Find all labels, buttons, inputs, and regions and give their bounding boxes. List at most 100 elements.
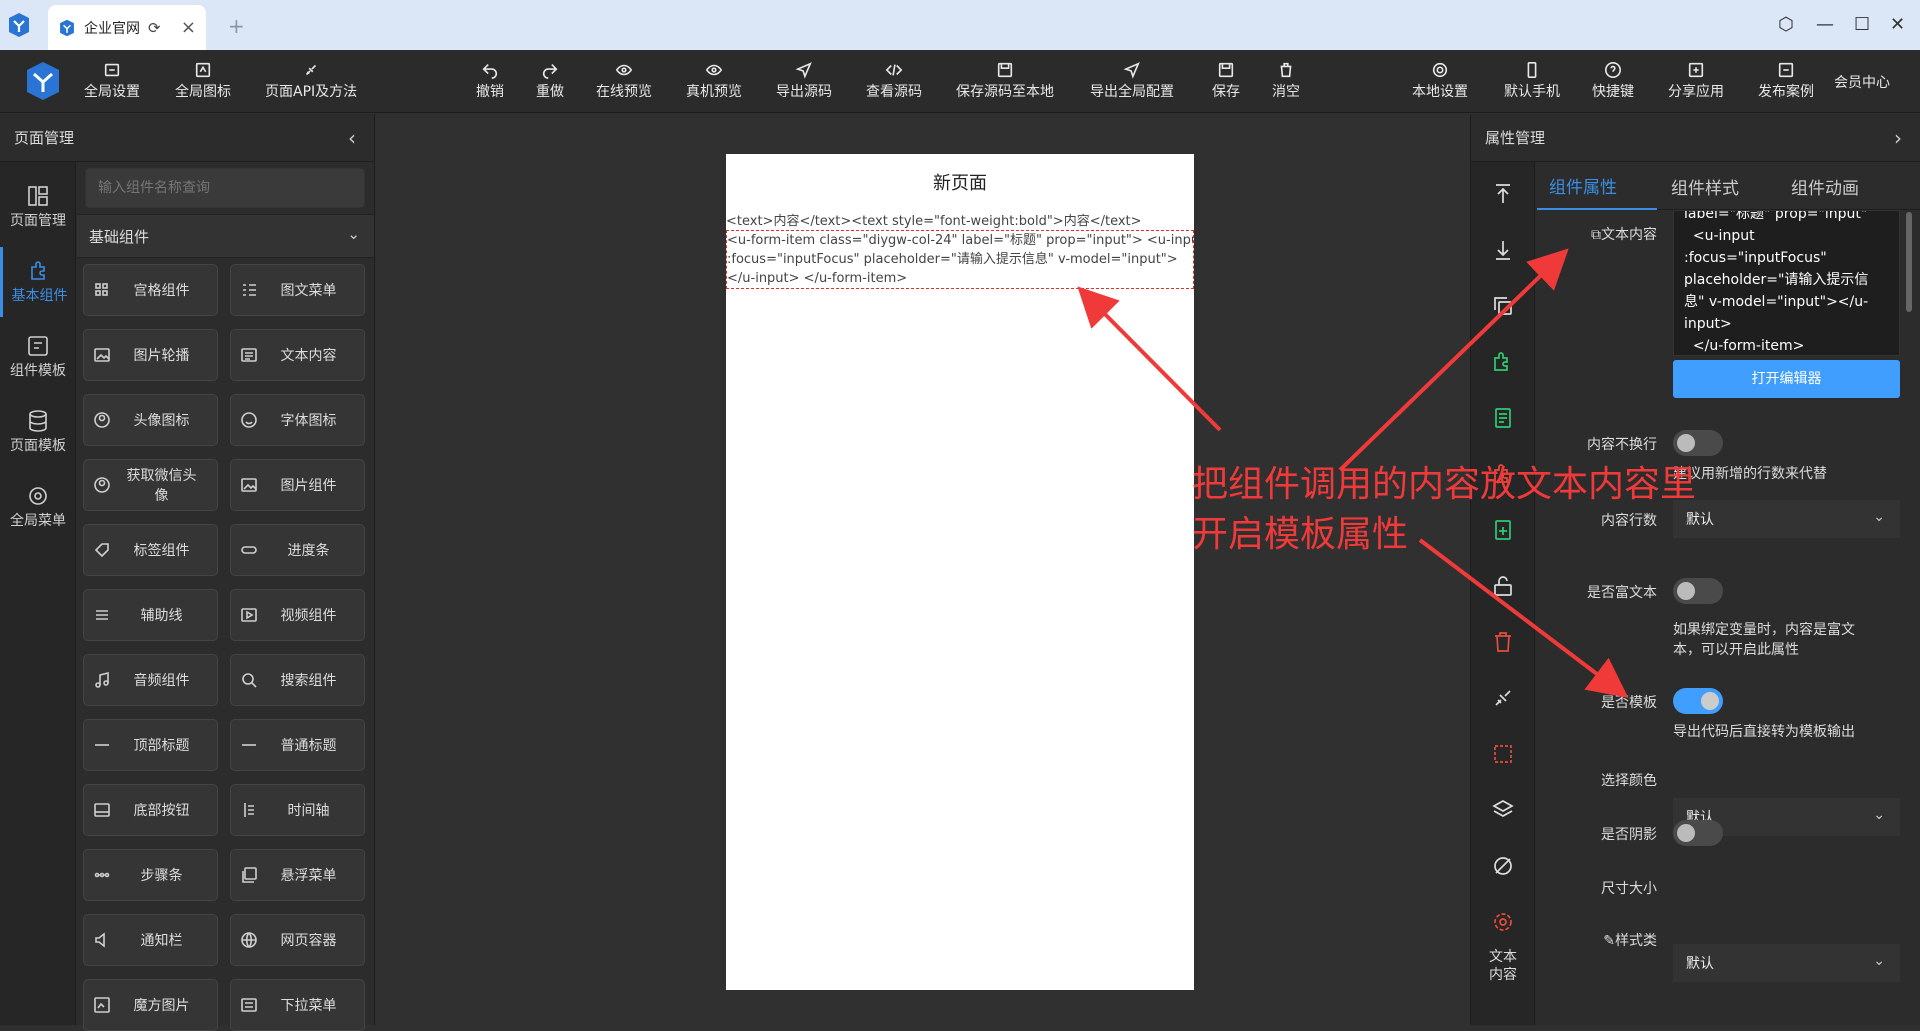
component-item[interactable]: 辅助线 — [83, 589, 218, 641]
save-source-local-button[interactable]: 保存源码至本地 — [956, 60, 1054, 101]
component-item[interactable]: 宫格组件 — [83, 264, 218, 316]
component-label: 顶部标题 — [133, 738, 190, 754]
publish-case-button[interactable]: 发布案例 — [1758, 60, 1814, 101]
nav-global-menu[interactable]: 全局菜单 — [0, 472, 76, 542]
component-item[interactable]: 头像图标 — [83, 394, 218, 446]
code-icon — [885, 64, 903, 76]
component-item[interactable]: 魔方图片 — [83, 979, 218, 1031]
puzzle-icon — [30, 261, 45, 280]
minimize-icon[interactable]: — — [1816, 14, 1834, 35]
component-item[interactable]: 进度条 — [230, 524, 365, 576]
component-item[interactable]: 时间轴 — [230, 784, 365, 836]
open-editor-button[interactable]: 打开编辑器 — [1673, 360, 1900, 398]
global-settings-button[interactable]: 全局设置 — [84, 60, 140, 101]
online-preview-button[interactable]: 在线预览 — [596, 60, 652, 101]
component-item[interactable]: 底部按钮 — [83, 784, 218, 836]
component-item[interactable]: 文本内容 — [230, 329, 365, 381]
layers-icon[interactable] — [1491, 798, 1515, 822]
component-item[interactable]: 顶部标题 — [83, 719, 218, 771]
component-label: 图文菜单 — [280, 283, 337, 299]
selected-text-component[interactable]: <u-form-item class="diygw-col-24" label=… — [726, 230, 1194, 289]
move-top-icon[interactable] — [1491, 182, 1515, 206]
component-item[interactable]: 获取微信头像 — [83, 459, 218, 511]
phone-preview[interactable]: 新页面 <text>内容</text><text style="font-wei… — [726, 154, 1194, 990]
nav-page-manage[interactable]: 页面管理 — [0, 172, 76, 242]
nowrap-toggle[interactable] — [1673, 430, 1723, 456]
page-api-button[interactable]: 页面API及方法 — [265, 60, 357, 101]
component-item[interactable]: 标签组件 — [83, 524, 218, 576]
select-area-icon[interactable] — [1491, 742, 1515, 766]
tab-component-props[interactable]: 组件属性 — [1537, 162, 1657, 210]
title-icon — [92, 735, 112, 755]
settings-icon[interactable]: ⬡ — [1778, 14, 1794, 35]
component-item[interactable]: 图文菜单 — [230, 264, 365, 316]
category-basic-components[interactable]: 基础组件 ⌄ — [77, 214, 374, 258]
nav-page-templates[interactable]: 页面模板 — [0, 397, 76, 467]
window-close-icon[interactable]: ✕ — [1890, 14, 1905, 35]
component-item[interactable]: 音频组件 — [83, 654, 218, 706]
new-tab-button[interactable]: + — [228, 14, 245, 38]
export-global-config-button[interactable]: 导出全局配置 — [1090, 60, 1174, 101]
nav-component-templates[interactable]: 组件模板 — [0, 322, 76, 392]
device-preview-button[interactable]: 真机预览 — [686, 60, 742, 101]
reload-icon[interactable]: ⟳ — [148, 19, 161, 37]
canvas-area: 新页面 <text>内容</text><text style="font-wei… — [376, 114, 1469, 1025]
maximize-icon[interactable]: ☐ — [1854, 14, 1870, 35]
collapse-right-icon[interactable]: › — [1894, 126, 1902, 150]
component-item[interactable]: 视频组件 — [230, 589, 365, 641]
text-component[interactable]: <text>内容</text><text style="font-weight:… — [726, 210, 1194, 229]
lines-select[interactable]: 默认 ⌄ — [1673, 500, 1900, 538]
redo-button[interactable]: 重做 — [536, 60, 564, 101]
tab-title: 企业官网 — [84, 20, 140, 37]
component-item[interactable]: 步骤条 — [83, 849, 218, 901]
send-icon — [1123, 62, 1140, 79]
component-item[interactable]: 悬浮菜单 — [230, 849, 365, 901]
close-icon[interactable]: × — [181, 17, 196, 38]
move-bottom-icon[interactable] — [1491, 238, 1515, 262]
shortcuts-button[interactable]: 快捷键 — [1592, 60, 1634, 101]
default-phone-button[interactable]: 默认手机 — [1504, 60, 1560, 101]
component-item[interactable]: 字体图标 — [230, 394, 365, 446]
component-item[interactable]: 图片轮播 — [83, 329, 218, 381]
component-label: 悬浮菜单 — [280, 868, 337, 884]
size-select[interactable]: 默认 ⌄ — [1673, 944, 1900, 982]
clear-button[interactable]: 消空 — [1272, 60, 1300, 101]
component-item[interactable]: 网页容器 — [230, 914, 365, 966]
copy-icon[interactable] — [1491, 294, 1515, 318]
component-label: 进度条 — [287, 543, 330, 559]
component-item[interactable]: 图片组件 — [230, 459, 365, 511]
plug-icon[interactable] — [1491, 686, 1515, 710]
tab-component-style[interactable]: 组件样式 — [1657, 162, 1777, 210]
browser-tab[interactable]: 企业官网 ⟳ × — [48, 5, 206, 50]
component-search-input[interactable] — [85, 168, 365, 208]
component-item[interactable]: 下拉菜单 — [230, 979, 365, 1031]
nav-basic-components[interactable]: 基本组件 — [0, 247, 76, 317]
share-app-button[interactable]: 分享应用 — [1668, 60, 1724, 101]
delete-icon[interactable] — [1491, 630, 1515, 654]
property-scrollbar[interactable] — [1906, 212, 1912, 312]
text-content-code-editor[interactable]: label="标题" prop="input" <u-input:focus="… — [1673, 210, 1900, 356]
settings-red-icon[interactable] — [1491, 910, 1515, 934]
export-source-button[interactable]: 导出源码 — [776, 60, 832, 101]
unlink-icon[interactable] — [1491, 854, 1515, 878]
global-icons-button[interactable]: 全局图标 — [175, 60, 231, 101]
save-button[interactable]: 保存 — [1212, 60, 1240, 101]
tab-component-animation[interactable]: 组件动画 — [1777, 162, 1897, 210]
component-label: 图片组件 — [280, 478, 337, 494]
component-item[interactable]: 普通标题 — [230, 719, 365, 771]
shadow-toggle[interactable] — [1673, 820, 1723, 846]
template-toggle[interactable] — [1673, 688, 1723, 714]
puzzle-icon[interactable] — [1491, 350, 1515, 374]
component-item[interactable]: 搜索组件 — [230, 654, 365, 706]
view-source-button[interactable]: 查看源码 — [866, 60, 922, 101]
document-icon[interactable] — [1491, 406, 1515, 430]
bottom-button-icon — [92, 800, 112, 820]
unlock-icon[interactable] — [1491, 574, 1515, 598]
component-label: 头像图标 — [133, 413, 190, 429]
member-center-link[interactable]: 会员中心 — [1834, 72, 1890, 92]
richtext-toggle[interactable] — [1673, 578, 1723, 604]
undo-button[interactable]: 撤销 — [476, 60, 504, 101]
component-item[interactable]: 通知栏 — [83, 914, 218, 966]
local-settings-button[interactable]: 本地设置 — [1412, 60, 1468, 101]
collapse-left-icon[interactable]: ‹ — [348, 126, 356, 150]
